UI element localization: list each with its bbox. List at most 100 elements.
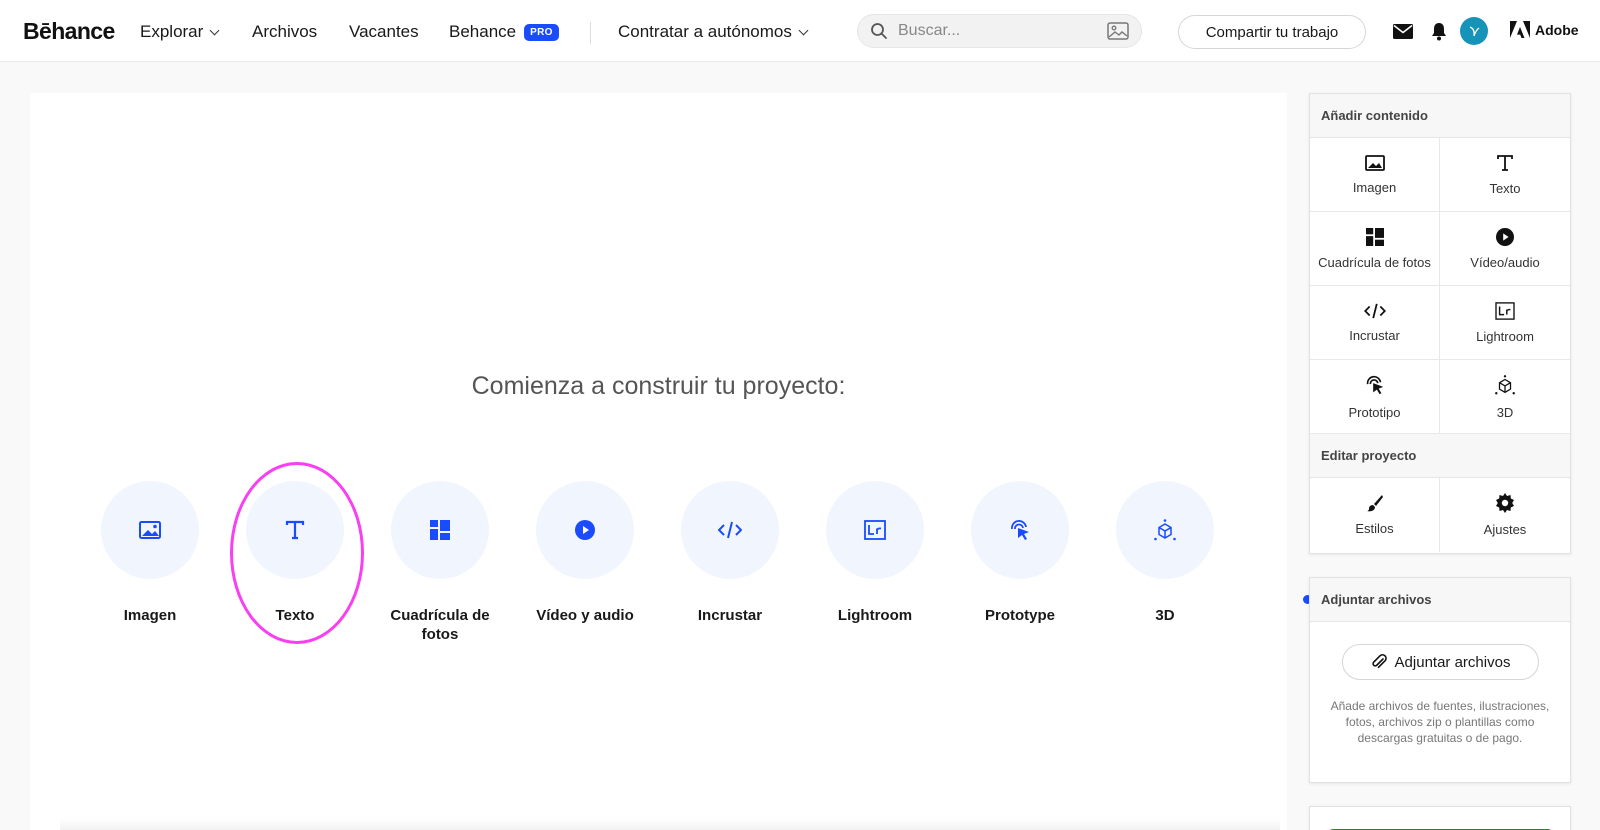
bottom-shadow — [60, 818, 1280, 830]
search-bar[interactable] — [857, 14, 1142, 48]
mail-icon[interactable] — [1392, 20, 1414, 42]
brush-icon — [1366, 495, 1383, 512]
panel-add-3d[interactable]: 3D — [1440, 360, 1570, 434]
code-icon — [1363, 303, 1386, 318]
pro-badge: PRO — [524, 23, 559, 41]
cell-label: 3D — [1496, 404, 1514, 420]
publish-panel — [1309, 806, 1571, 830]
tool-circle — [536, 481, 634, 579]
tool-circle — [246, 481, 344, 579]
panel-add-video-audio[interactable]: Vídeo/audio — [1440, 212, 1570, 286]
panel-add-prototype[interactable]: Prototipo — [1310, 360, 1440, 434]
bell-icon[interactable] — [1428, 20, 1450, 42]
avatar-glyph-icon — [1469, 26, 1480, 37]
panel-add-text[interactable]: Texto — [1440, 138, 1570, 212]
attach-files-button-label: Adjuntar archivos — [1394, 653, 1511, 671]
nav-hire[interactable]: Contratar a autónomos — [618, 22, 809, 42]
attach-files-header: Adjuntar archivos — [1310, 578, 1570, 622]
cell-label: Estilos — [1355, 521, 1394, 536]
tool-embed[interactable]: Incrustar — [660, 481, 800, 625]
code-icon — [718, 521, 742, 539]
lightroom-icon — [864, 520, 886, 540]
attach-files-button[interactable]: Adjuntar archivos — [1341, 644, 1539, 680]
nav-explore[interactable]: Explorar — [140, 22, 220, 42]
panel-edit-styles[interactable]: Estilos — [1310, 478, 1440, 552]
attach-files-panel: Adjuntar archivos Adjuntar archivos Añad… — [1309, 577, 1571, 783]
image-search-icon[interactable] — [1107, 22, 1129, 40]
cell-label: Incrustar — [1349, 327, 1400, 343]
behance-logo[interactable]: Bēhance — [23, 18, 115, 45]
tool-label: 3D — [1155, 607, 1175, 624]
tool-lightroom[interactable]: Lightroom — [805, 481, 945, 625]
cell-label: Prototipo — [1348, 404, 1401, 420]
cube-icon — [1154, 519, 1176, 541]
text-icon — [285, 520, 305, 540]
nav-jobs[interactable]: Vacantes — [349, 22, 419, 42]
cell-label: Lightroom — [1476, 328, 1534, 344]
edit-project-header: Editar proyecto — [1310, 434, 1570, 478]
tool-label: Incrustar — [697, 607, 763, 624]
nav-behance-label: Behance — [449, 22, 517, 41]
text-icon — [1497, 154, 1513, 171]
search-icon — [871, 23, 887, 39]
tool-prototype[interactable]: Prototype — [950, 481, 1090, 625]
nav-files[interactable]: Archivos — [252, 22, 317, 42]
tool-label: Cuadrícula de fotos — [390, 607, 490, 643]
lightroom-icon — [1495, 301, 1515, 320]
prototype-icon — [1011, 520, 1029, 540]
chevron-down-icon — [798, 25, 809, 35]
panel-add-image[interactable]: Imagen — [1310, 138, 1440, 212]
adobe-logo-icon — [1510, 21, 1530, 38]
edit-project-grid: Estilos Ajustes — [1310, 478, 1570, 552]
tool-label: Vídeo y audio — [536, 607, 634, 624]
add-content-header: Añadir contenido — [1310, 94, 1570, 138]
cube-icon — [1495, 374, 1515, 394]
tool-label: Texto — [275, 607, 315, 624]
gear-icon — [1496, 493, 1514, 513]
tool-circle — [826, 481, 924, 579]
adobe-link[interactable]: Adobe — [1510, 21, 1579, 38]
tool-3d[interactable]: 3D — [1095, 481, 1235, 625]
photo-grid-icon — [1365, 227, 1384, 246]
add-content-grid: Imagen Texto Cuadrícula de fotos Vídeo/a… — [1310, 138, 1570, 434]
cell-label: Vídeo/audio — [1470, 254, 1540, 270]
panel-edit-settings[interactable]: Ajustes — [1440, 478, 1570, 552]
tool-circle — [1116, 481, 1214, 579]
attach-files-description: Añade archivos de fuentes, ilustraciones… — [1330, 699, 1550, 745]
cell-label: Ajustes — [1483, 522, 1527, 537]
tool-circle — [391, 481, 489, 579]
photo-grid-icon — [430, 520, 450, 540]
tool-circle — [971, 481, 1069, 579]
adobe-label: Adobe — [1535, 21, 1579, 38]
play-icon — [1496, 227, 1514, 246]
top-nav: Bēhance Explorar Archivos Vacantes Behan… — [0, 0, 1600, 62]
play-icon — [575, 520, 595, 540]
panel-add-embed[interactable]: Incrustar — [1310, 286, 1440, 360]
cell-label: Cuadrícula de fotos — [1318, 254, 1431, 270]
add-content-panel: Añadir contenido Imagen Texto Cuadrícula… — [1309, 93, 1571, 554]
avatar[interactable] — [1460, 17, 1488, 45]
nav-explore-label: Explorar — [140, 22, 204, 41]
prototype-icon — [1366, 375, 1383, 394]
paperclip-icon — [1371, 653, 1387, 669]
image-icon — [1364, 154, 1385, 171]
tool-label: Imagen — [123, 607, 177, 624]
project-canvas: Comienza a construir tu proyecto: Imagen… — [30, 93, 1287, 830]
tool-image[interactable]: Imagen — [80, 481, 220, 625]
panel-add-photo-grid[interactable]: Cuadrícula de fotos — [1310, 212, 1440, 286]
nav-behance-pro[interactable]: Behance PRO — [449, 22, 559, 42]
tool-circle — [101, 481, 199, 579]
search-input[interactable] — [898, 22, 1107, 40]
cell-label: Imagen — [1352, 179, 1397, 195]
share-work-button[interactable]: Compartir tu trabajo — [1178, 15, 1366, 49]
tool-text[interactable]: Texto — [225, 481, 365, 625]
tool-photo-grid[interactable]: Cuadrícula de fotos — [370, 481, 510, 644]
panel-add-lightroom[interactable]: Lightroom — [1440, 286, 1570, 360]
tool-label: Prototype — [984, 607, 1055, 624]
tool-circle — [681, 481, 779, 579]
chevron-down-icon — [209, 25, 220, 35]
image-icon — [139, 521, 161, 539]
canvas-title: Comienza a construir tu proyecto: — [471, 372, 846, 400]
tool-video-audio[interactable]: Vídeo y audio — [515, 481, 655, 625]
cell-label: Texto — [1489, 180, 1521, 196]
